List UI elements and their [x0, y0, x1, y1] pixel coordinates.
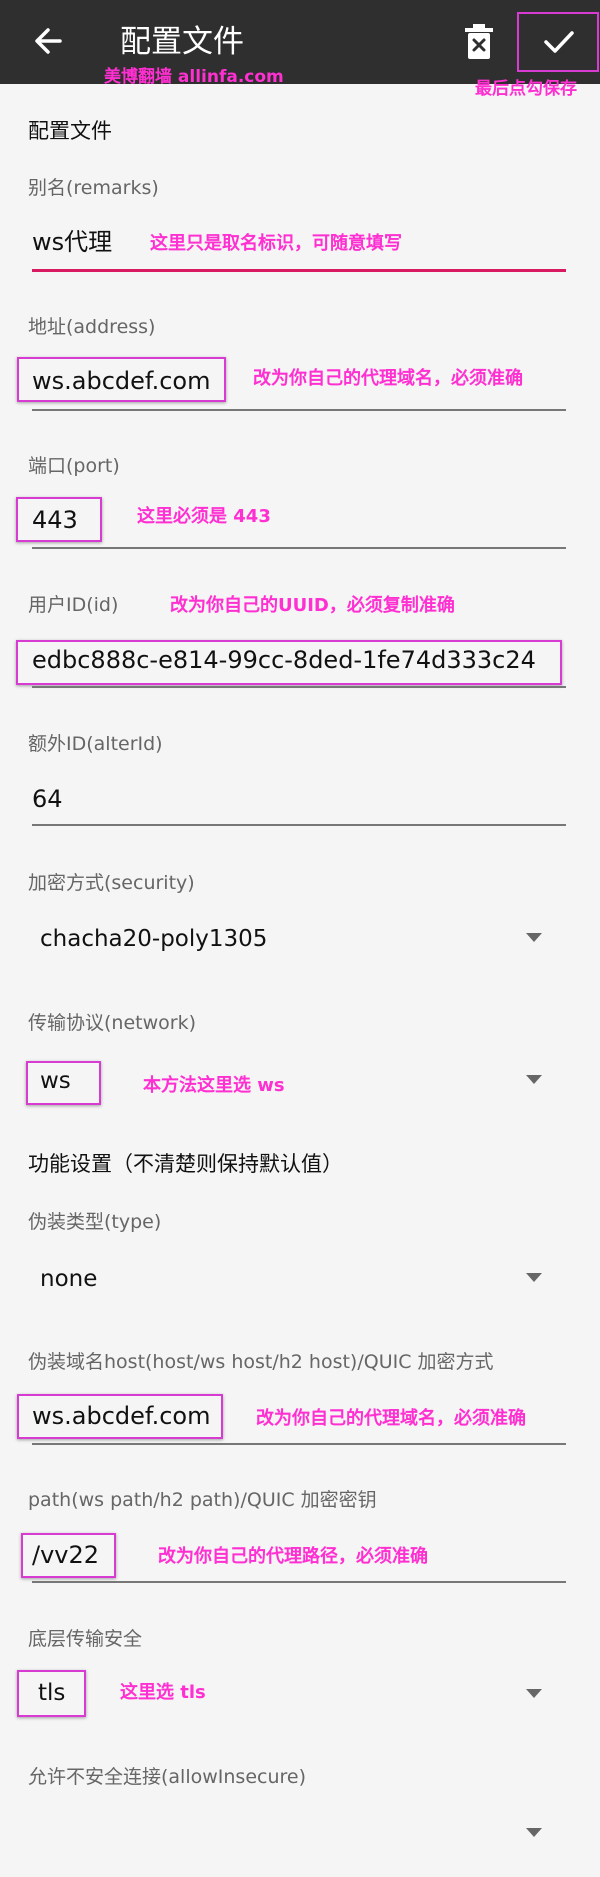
stream-security-annotation: 这里选 tls [120, 1682, 206, 1703]
remarks-annotation: 这里只是取名标识，可随意填写 [150, 233, 402, 254]
app-bar: 配置文件 美博翻墙 allinfa.com [0, 0, 600, 87]
security-dropdown-icon[interactable] [526, 933, 542, 942]
delete-button[interactable] [458, 19, 500, 65]
network-dropdown-icon[interactable] [526, 1075, 542, 1084]
host-annotation: 改为你自己的代理域名，必须准确 [256, 1408, 526, 1429]
address-annotation: 改为你自己的代理域名，必须准确 [253, 368, 523, 389]
path-input[interactable]: /vv22 [32, 1538, 99, 1572]
header-type-select[interactable]: none [40, 1262, 97, 1296]
remarks-label: 别名(remarks) [28, 177, 159, 199]
page-title: 配置文件 [120, 24, 244, 60]
host-label: 伪装域名host(host/ws host/h2 host)/QUIC 加密方式 [28, 1351, 494, 1373]
security-select[interactable]: chacha20-poly1305 [40, 922, 267, 956]
path-label: path(ws path/h2 path)/QUIC 加密密钥 [28, 1489, 377, 1511]
watermark-text: 美博翻墙 allinfa.com [104, 67, 284, 87]
network-annotation: 本方法这里选 ws [143, 1075, 285, 1096]
host-input[interactable]: ws.abcdef.com [32, 1399, 211, 1433]
stream-security-dropdown-icon[interactable] [526, 1689, 542, 1698]
address-label: 地址(address) [28, 316, 156, 338]
security-label: 加密方式(security) [28, 872, 195, 894]
stream-security-label: 底层传输安全 [28, 1628, 143, 1650]
port-input[interactable]: 443 [32, 503, 78, 537]
address-input[interactable]: ws.abcdef.com [32, 364, 211, 398]
port-underline [32, 547, 566, 549]
section-title: 配置文件 [28, 119, 112, 143]
check-icon [544, 31, 574, 53]
save-button[interactable] [517, 12, 599, 72]
host-underline [32, 1443, 566, 1445]
path-underline [32, 1581, 566, 1583]
stream-security-select[interactable]: tls [38, 1676, 65, 1710]
network-label: 传输协议(network) [28, 1012, 196, 1034]
header-type-label: 伪装类型(type) [28, 1211, 162, 1233]
address-underline [32, 409, 566, 411]
back-button[interactable] [26, 18, 72, 64]
remarks-underline [32, 269, 566, 272]
path-annotation: 改为你自己的代理路径，必须准确 [158, 1546, 428, 1567]
port-annotation: 这里必须是 443 [137, 506, 271, 527]
port-label: 端口(port) [28, 455, 120, 477]
user-id-input[interactable]: edbc888c-e814-99cc-8ded-1fe74d333c24 [32, 643, 536, 677]
feature-section-title: 功能设置（不清楚则保持默认值） [28, 1152, 343, 1176]
allow-insecure-label: 允许不安全连接(allowInsecure) [28, 1766, 306, 1788]
alter-id-label: 额外ID(alterId) [28, 733, 163, 755]
user-id-underline [32, 686, 566, 688]
arrow-left-icon [35, 28, 62, 54]
alter-id-underline [32, 824, 566, 826]
user-id-label: 用户ID(id) [28, 594, 119, 616]
remarks-input[interactable]: ws代理 [32, 225, 112, 259]
user-id-annotation: 改为你自己的UUID，必须复制准确 [170, 595, 455, 616]
trash-x-icon [465, 24, 493, 59]
network-select[interactable]: ws [40, 1064, 71, 1098]
save-annotation: 最后点勾保存 [475, 79, 577, 99]
header-type-dropdown-icon[interactable] [526, 1273, 542, 1282]
alter-id-input[interactable]: 64 [32, 782, 63, 816]
allow-insecure-dropdown-icon[interactable] [526, 1828, 542, 1837]
